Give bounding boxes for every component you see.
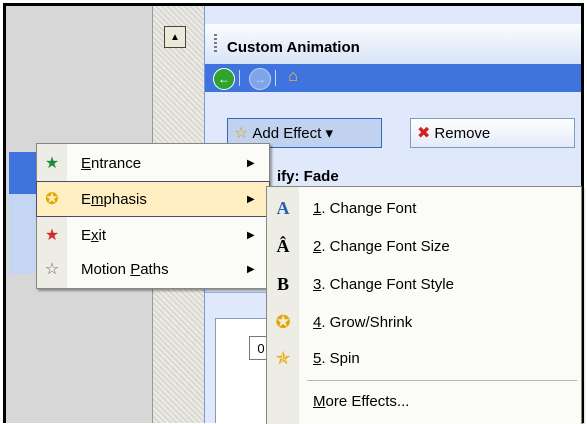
- exit-star-icon: ★: [44, 227, 60, 244]
- add-effect-label: Add Effect ▾: [252, 125, 333, 142]
- remove-button[interactable]: ✖ Remove: [410, 118, 575, 148]
- nav-separator: [275, 70, 276, 86]
- emphasis-star-icon: ✪: [45, 191, 59, 208]
- menu-item-more-effects[interactable]: More Effects...: [267, 384, 581, 418]
- menu-item-label: Motion Paths: [81, 260, 169, 278]
- pane-nav-bar: ← → ⌂: [205, 64, 581, 92]
- modify-label: ify: Fade: [277, 168, 339, 185]
- menu-item-label: 5. Spin: [313, 349, 360, 367]
- pane-grip[interactable]: [214, 34, 217, 54]
- menu-item-label: Entrance: [81, 154, 142, 172]
- grow-shrink-star-icon: ✪: [275, 311, 291, 333]
- menu-item-label: 2. Change Font Size: [313, 237, 450, 255]
- menu-item-emphasis[interactable]: ✪ Emphasis ▶: [36, 181, 270, 217]
- menu-item-grow-shrink[interactable]: ✪ 4. Grow/Shrink: [267, 305, 581, 339]
- remove-label: Remove: [434, 124, 491, 142]
- menu-item-spin[interactable]: ✯ 5. Spin: [267, 341, 581, 375]
- forward-arrow-icon[interactable]: →: [249, 68, 271, 90]
- back-arrow-icon[interactable]: ←: [213, 68, 235, 90]
- menu-item-label: More Effects...: [313, 392, 410, 410]
- menu-item-label: 3. Change Font Style: [313, 275, 454, 293]
- menu-item-entrance[interactable]: ★ Entrance ▶: [37, 146, 269, 180]
- menu-item-label: 4. Grow/Shrink: [313, 313, 413, 331]
- menu-item-label: 1. Change Font: [313, 199, 417, 217]
- submenu-arrow-icon: ▶: [247, 157, 255, 169]
- motion-path-star-icon: ☆: [44, 261, 60, 278]
- emphasis-submenu: A 1. Change Font Â 2. Change Font Size …: [266, 186, 582, 424]
- nav-separator: [239, 70, 240, 86]
- home-icon[interactable]: ⌂: [283, 68, 303, 86]
- spin-star-icon: ✯: [275, 347, 291, 369]
- menu-item-label: Emphasis: [81, 190, 147, 208]
- menu-item-motion-paths[interactable]: ☆ Motion Paths ▶: [37, 252, 269, 286]
- entrance-star-icon: ★: [44, 155, 60, 172]
- menu-item-label: Exit: [81, 226, 107, 244]
- scroll-up-button[interactable]: ▲: [164, 26, 186, 48]
- bold-b-icon: B: [276, 273, 289, 294]
- remove-star-icon: ✖: [417, 125, 431, 142]
- pane-title: Custom Animation: [227, 39, 360, 56]
- menu-item-change-font-size[interactable]: Â 2. Change Font Size: [267, 229, 581, 263]
- font-size-icon: Â: [276, 235, 290, 256]
- menu-item-change-font-style[interactable]: B 3. Change Font Style: [267, 267, 581, 301]
- font-a-icon: A: [276, 197, 290, 218]
- menu-item-exit[interactable]: ★ Exit ▶: [37, 218, 269, 252]
- add-effect-star-icon: ☆: [234, 125, 249, 142]
- menu-item-change-font[interactable]: A 1. Change Font: [267, 191, 581, 225]
- add-effect-menu: ★ Entrance ▶ ✪ Emphasis ▶ ★ Exit ▶ ☆ Mot…: [36, 143, 270, 289]
- menu-separator: [307, 380, 577, 381]
